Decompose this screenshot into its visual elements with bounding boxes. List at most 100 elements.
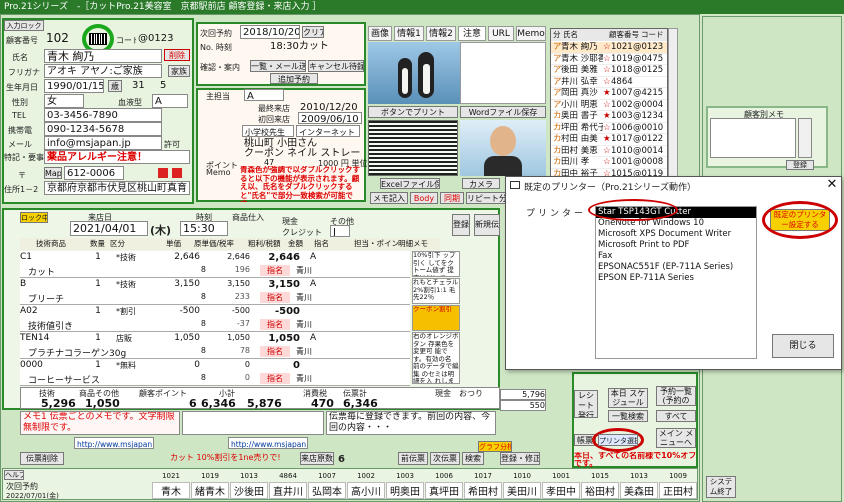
- printer-option[interactable]: Microsoft XPS Document Writer: [596, 229, 756, 240]
- mail-field[interactable]: info@msjapan.jp: [44, 136, 162, 150]
- bottom-customer-name[interactable]: 孝田中: [542, 482, 580, 499]
- scroll-down-icon[interactable]: [798, 118, 812, 158]
- camera-button[interactable]: カメラ: [462, 178, 500, 189]
- row-type[interactable]: *割引: [116, 306, 156, 317]
- row-type[interactable]: *無料: [116, 360, 156, 371]
- url-field-1[interactable]: http://www.msjapan.jp/ga: [74, 437, 154, 449]
- all-button[interactable]: すべて: [656, 410, 696, 422]
- tab-image[interactable]: 画像: [368, 26, 392, 41]
- row-staff[interactable]: A: [310, 333, 324, 343]
- age-button[interactable]: 歳: [108, 80, 122, 92]
- customer-list-item[interactable]: カ奥田 書子 ★1003@1234: [551, 111, 667, 123]
- bottom-customer-number[interactable]: 1015: [581, 472, 619, 480]
- dialog-close-button[interactable]: 閉じる: [772, 334, 834, 358]
- family-button[interactable]: 家族: [168, 65, 190, 77]
- tab-body[interactable]: Body: [410, 192, 438, 204]
- customer-list-item[interactable]: カ田村 美恵 ☆1010@0014: [551, 146, 667, 157]
- table-row[interactable]: 0000 1 *無料 0 0 0 コーヒーサービス 8 0 指名 青川: [20, 359, 410, 386]
- tab-info2[interactable]: 情報2: [426, 26, 456, 41]
- bottom-customer-name[interactable]: 直井川: [269, 482, 307, 499]
- bottom-customer-number[interactable]: 1013: [620, 472, 658, 480]
- row-type[interactable]: 店販: [116, 333, 156, 344]
- prev-slip-button[interactable]: 前伝票: [398, 452, 428, 465]
- cancel-wait-button[interactable]: キャンセル待録: [308, 60, 364, 72]
- row-qty[interactable]: 1: [90, 252, 106, 262]
- reservation-list-button[interactable]: 予約一覧 (予約の日): [656, 386, 696, 406]
- bottom-customer-number[interactable]: 1006: [425, 472, 463, 480]
- addr-field[interactable]: 京都府京都市伏見区桃山町真育: [44, 181, 190, 195]
- table-row[interactable]: C1 1 *技術 2,646 2,646 2,646 A カット 8 196 指名 青川: [20, 251, 410, 278]
- list-search-button[interactable]: 一覧検索: [608, 410, 648, 422]
- staff-select[interactable]: A: [244, 89, 284, 101]
- row-price[interactable]: -500: [160, 306, 200, 316]
- occupation-field[interactable]: 小学校先生: [242, 125, 294, 137]
- row-staff[interactable]: A: [310, 279, 324, 289]
- tab-info1[interactable]: 情報1: [394, 26, 424, 41]
- customer-list-item[interactable]: カ坪田 希代子☆1006@0010: [551, 123, 667, 134]
- printer-option[interactable]: Microsoft Print to PDF: [596, 240, 756, 251]
- print-button[interactable]: ボタンでプリント: [368, 106, 458, 118]
- next-visit-date[interactable]: 2018/10/20: [240, 25, 300, 39]
- bottom-customer-number[interactable]: 1021: [152, 472, 190, 480]
- bottom-customer-name[interactable]: 高小川: [347, 482, 385, 499]
- visit-date-field[interactable]: 2021/04/01: [70, 221, 148, 236]
- sex-select[interactable]: 女: [44, 94, 84, 108]
- graph-button[interactable]: グラフ分析: [478, 441, 512, 452]
- tab-sync[interactable]: 同期: [440, 192, 464, 204]
- row-type[interactable]: *技術: [116, 252, 156, 263]
- table-row[interactable]: A02 1 *割引 -500 -500 -500 技術値引き 8 -37 指名 青川: [20, 305, 410, 332]
- bottom-customer-name[interactable]: 緒青木: [191, 482, 229, 499]
- barcode-icon[interactable]: [89, 33, 107, 45]
- bottom-customer-number[interactable]: 1017: [464, 472, 502, 480]
- customer-no-field[interactable]: 102: [44, 32, 84, 47]
- memo-field[interactable]: 薬品アレルギー注意！: [44, 150, 190, 164]
- slip-memo1[interactable]: メモ1 伝票ごとのメモです。文字制限無制限です。: [20, 411, 180, 435]
- customer-list-item[interactable]: ア後田 美雅 ☆1018@0125: [551, 65, 667, 77]
- bottom-customer-name[interactable]: 希田村: [464, 482, 502, 499]
- add-reservation-button[interactable]: 追加予約: [270, 73, 318, 84]
- printer-option[interactable]: EPSON EP-711A Series: [596, 273, 756, 284]
- bottom-customer-number[interactable]: 4864: [269, 472, 307, 480]
- customer-list-item[interactable]: ア井川 弘幸 ☆4864: [551, 77, 667, 88]
- entry-lock-button[interactable]: 入力ロック: [4, 20, 44, 31]
- tab-caution[interactable]: 注意: [458, 26, 486, 41]
- delete-customer-button[interactable]: 削除: [164, 49, 190, 61]
- row-price[interactable]: 2,646: [160, 252, 200, 262]
- customer-list-item[interactable]: カ村田 由美 ★1017@0122: [551, 134, 667, 146]
- row-price[interactable]: 0: [160, 360, 200, 370]
- new-slip-button[interactable]: 新規伝: [474, 214, 500, 236]
- bottom-customer-name[interactable]: 正田村: [659, 482, 697, 499]
- tab-url[interactable]: URL: [488, 26, 514, 41]
- bottom-customer-number[interactable]: 1013: [230, 472, 268, 480]
- memo-ok-button[interactable]: 登録: [786, 160, 814, 170]
- search-slip-button[interactable]: 検索: [462, 452, 484, 465]
- row-price[interactable]: 3,150: [160, 279, 200, 289]
- zip-field[interactable]: 612-0006: [64, 166, 124, 180]
- row-qty[interactable]: 1: [90, 360, 106, 370]
- row-item-code[interactable]: TEN14: [20, 333, 80, 343]
- list-mail-button[interactable]: 一覧・メール送信: [250, 60, 306, 72]
- row-item-code[interactable]: B: [20, 279, 80, 289]
- detail-memo-note[interactable]: 10%引下 ップ引く してをクトーム値ず 提定は以にて: [412, 251, 460, 277]
- pay-credit[interactable]: クレジット: [282, 227, 322, 238]
- receipt-button[interactable]: レシート発行: [574, 390, 598, 418]
- bottom-customer-name[interactable]: 青木: [152, 482, 190, 499]
- delete-slip-button[interactable]: 伝票削除: [20, 452, 64, 465]
- help-button[interactable]: ヘルプ: [4, 470, 24, 480]
- customer-list-item[interactable]: ア岡田 真沙 ★1007@4215: [551, 88, 667, 100]
- customer-list-item[interactable]: ア小川 明恵 ☆1002@0004: [551, 100, 667, 111]
- schedule-button[interactable]: 本日 スケジュール: [608, 388, 648, 408]
- register-fix-button[interactable]: 登録・修正: [500, 452, 540, 465]
- detail-memo-note[interactable]: クーポン割引: [412, 305, 460, 331]
- paid-field[interactable]: 5,796: [500, 389, 546, 400]
- printer-option[interactable]: EPSONAC551F (EP-711A Series): [596, 262, 756, 273]
- table-row[interactable]: TEN14 1 店販 1,050 1,050 1,050 A プラチナコラーゲン30g 8 78 指…: [20, 332, 410, 359]
- row-item-code[interactable]: A02: [20, 306, 80, 316]
- bottom-customer-number[interactable]: 1009: [659, 472, 697, 480]
- excel-save-button[interactable]: Excelファイル保存: [380, 178, 440, 189]
- tel-field[interactable]: 03-3456-7890: [44, 108, 162, 122]
- bottom-customer-number[interactable]: 1003: [386, 472, 424, 480]
- register-button[interactable]: 登録: [452, 214, 470, 236]
- birth-field[interactable]: 1990/01/15: [44, 79, 104, 93]
- bottom-customer-name[interactable]: 真坪田: [425, 482, 463, 499]
